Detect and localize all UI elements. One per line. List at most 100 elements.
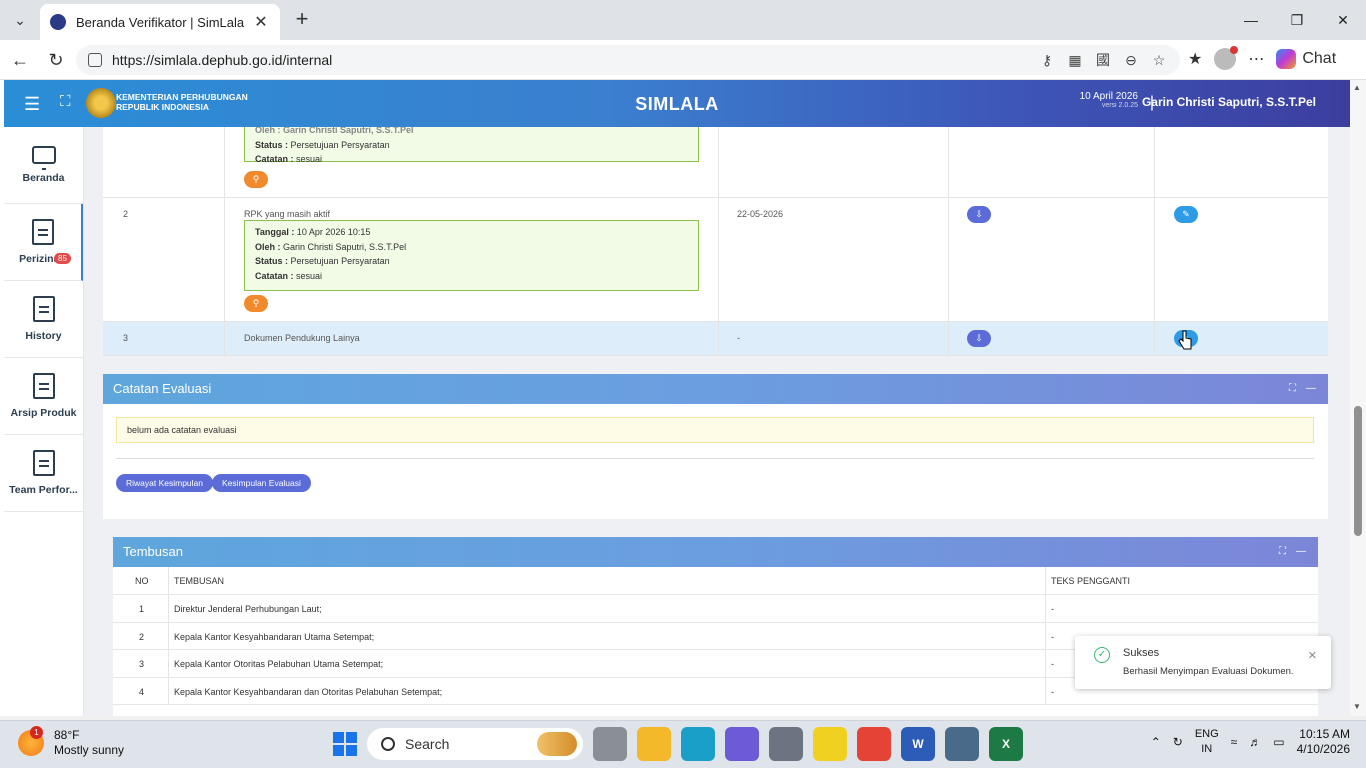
kesimpulan-evaluasi-button[interactable]: Kesimpulan Evaluasi [212,474,311,492]
language-indicator[interactable]: ENG IN [1195,727,1219,757]
sidebar-item-label: Team Perfor... [9,484,78,496]
scroll-up-icon[interactable]: ▲ [1353,83,1361,92]
search-highlight-icon [537,732,577,756]
expand-icon[interactable]: ⛶ [1279,537,1286,567]
document-icon [32,450,55,476]
count-badge: 85 [54,253,71,264]
restore-icon[interactable]: ❐ [1274,0,1320,40]
scrollbar-thumb[interactable] [1354,406,1362,536]
address-bar: ← ↻ https://simlala.dephub.go.id/interna… [0,40,1366,80]
sidebar-item-beranda[interactable]: Beranda [4,127,83,204]
edit-evaluation-button[interactable]: ✎ [1174,206,1198,223]
toast-message: Berhasil Menyimpan Evaluasi Dokumen. [1123,666,1294,677]
clock[interactable]: 10:15 AM 4/10/2026 [1297,727,1350,757]
system-tray: ⌃ ↻ ENG IN ≈ ♬ ▭ 10:15 AM 4/10/2026 [1151,727,1350,757]
document-date: 22-05-2026 [737,209,784,219]
view-detail-button[interactable]: ⚲ [244,171,268,188]
chrome-icon[interactable] [857,727,891,761]
excel-icon[interactable]: X [989,727,1023,761]
table-header: NO TEMBUSAN TEKS PENGGANTI [113,567,1318,595]
user-name[interactable]: Garin Christi Saputri, S.S.T.Pel [1142,95,1316,109]
copilot-icon [1276,49,1297,69]
sidebar-item-label: History [25,330,62,342]
table-row: Oleh : Garin Christi Saputri, S.S.T.Pel … [103,127,1328,198]
sidebar: Beranda Perizinan 85 History Arsip Produ… [4,127,84,716]
table-row: 1 Direktur Jenderal Perhubungan Laut; - [113,595,1318,623]
translate-icon[interactable]: 國 [1094,51,1112,69]
file-explorer-icon[interactable] [637,727,671,761]
sync-icon[interactable]: ↻ [1173,735,1183,749]
calculator-icon[interactable] [945,727,979,761]
task-view-icon[interactable] [593,727,627,761]
taskbar: 88°F Mostly sunny Search W X ⌃ ↻ ENG IN … [0,720,1366,768]
windows-start-icon[interactable] [333,732,357,756]
url-field[interactable]: https://simlala.dephub.go.id/internal ⚷ … [76,45,1180,75]
site-favicon-icon [50,14,66,30]
document-date: - [737,333,740,343]
sidebar-item-arsip-produk[interactable]: Arsip Produk [4,358,83,435]
close-toast-icon[interactable]: ✕ [1308,649,1317,662]
sticky-notes-icon[interactable] [813,727,847,761]
volume-icon[interactable]: ♬ [1249,735,1261,749]
zoom-icon[interactable]: ⊖ [1122,51,1140,69]
expand-icon[interactable]: ⛶ [1289,374,1296,404]
favorites-icon[interactable]: ★ [1188,49,1202,69]
row-number: 2 [123,209,129,219]
chevron-up-icon[interactable]: ⌃ [1151,735,1161,749]
search-label: Search [405,736,450,752]
document-name: Dokumen Pendukung Lainya [244,333,360,343]
tab-list-icon[interactable]: ⌄ [6,6,34,34]
download-button[interactable]: ⇩ [967,330,991,347]
url-text: https://simlala.dephub.go.id/internal [112,52,333,68]
weather-widget[interactable]: 88°F Mostly sunny [18,726,125,758]
site-info-icon[interactable] [88,53,102,67]
close-window-icon[interactable]: ✕ [1320,0,1366,40]
edge-browser-icon[interactable] [681,727,715,761]
weather-text: Mostly sunny [54,743,125,757]
camera-icon[interactable] [769,727,803,761]
search-icon [381,737,395,751]
taskbar-search[interactable]: Search [367,728,583,760]
document-icon [31,219,54,245]
sidebar-item-label: Beranda [22,172,65,184]
check-circle-icon: ✓ [1094,647,1110,663]
riwayat-kesimpulan-button[interactable]: Riwayat Kesimpulan [116,474,214,492]
more-menu-icon[interactable]: ⋯ [1248,49,1264,69]
toast-title: Sukses [1123,647,1160,659]
view-detail-button[interactable]: ⚲ [244,295,268,312]
new-tab-icon[interactable]: + [290,8,314,32]
divider [116,458,1314,459]
wifi-icon[interactable]: ≈ [1231,735,1238,749]
scroll-down-icon[interactable]: ▼ [1353,702,1361,711]
browser-tab[interactable]: Beranda Verifikator | SimLala ✕ [40,4,280,40]
apps-icon[interactable]: ▦ [1066,51,1084,69]
tab-title: Beranda Verifikator | SimLala [76,14,245,30]
favorite-star-icon[interactable]: ☆ [1150,51,1168,69]
evaluation-note: belum ada catatan evaluasi [116,417,1314,443]
column-header: TEKS PENGGANTI [1051,576,1131,586]
table-row: 3 Dokumen Pendukung Lainya - ⇩ ✎ [103,322,1328,356]
hand-cursor-icon [1178,330,1192,350]
download-button[interactable]: ⇩ [967,206,991,223]
sidebar-item-perizinan[interactable]: Perizinan 85 [4,204,83,281]
word-icon[interactable]: W [901,727,935,761]
column-header: NO [135,576,149,586]
temperature: 88°F [54,728,80,742]
close-tab-icon[interactable]: ✕ [252,12,270,32]
browser-window: ⌄ Beranda Verifikator | SimLala ✕ + — ❐ … [0,0,1366,716]
version-text: versi 2.0.25 [1101,102,1138,109]
copilot-app-icon[interactable] [725,727,759,761]
reload-icon[interactable]: ↻ [44,48,68,72]
key-icon[interactable]: ⚷ [1038,51,1056,69]
minimize-icon[interactable]: — [1228,0,1274,40]
collapse-icon[interactable]: — [1306,374,1316,404]
chat-button[interactable]: Chat [1276,49,1336,69]
profile-avatar[interactable] [1214,46,1239,70]
battery-icon[interactable]: ▭ [1273,735,1284,749]
sidebar-item-team-performance[interactable]: Team Perfor... [4,435,83,512]
page-scrollbar[interactable]: ▲ ▼ [1350,80,1366,716]
sidebar-item-history[interactable]: History [4,281,83,358]
back-icon[interactable]: ← [8,48,32,72]
main-content: Oleh : Garin Christi Saputri, S.S.T.Pel … [84,127,1350,716]
collapse-icon[interactable]: — [1296,537,1306,567]
